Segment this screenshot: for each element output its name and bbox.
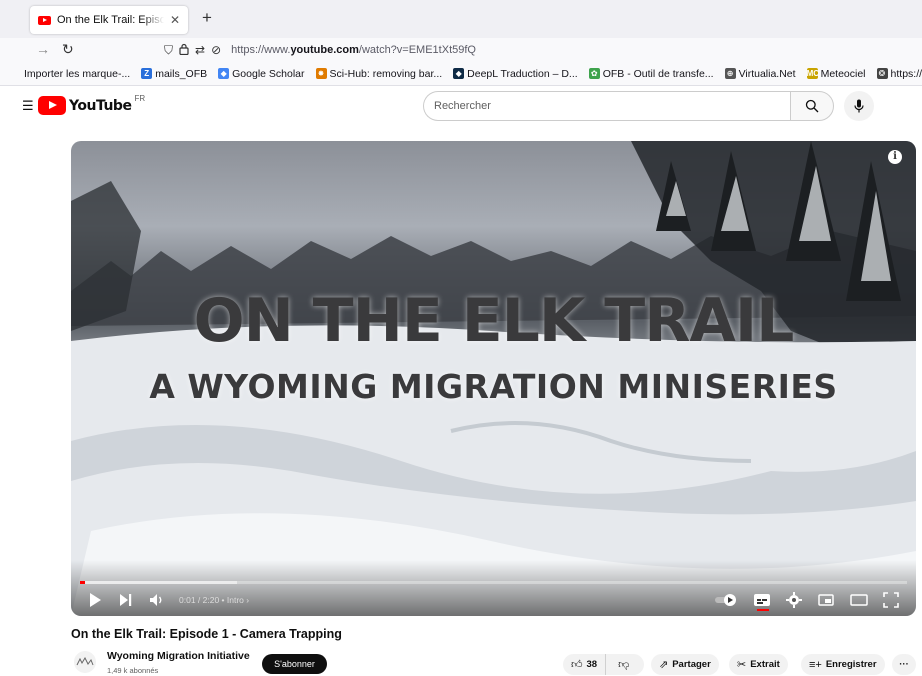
bookmark-item[interactable]: Zmails_OFB: [141, 68, 207, 80]
theater-mode-icon[interactable]: [850, 592, 868, 608]
bookmarks-toolbar: Importer les marque-... Zmails_OFB ◆ Google…: [0, 62, 922, 86]
bookmark-item[interactable]: MC Meteociel: [806, 67, 866, 80]
overlay-title-line1: ON THE ELK TRAIL: [193, 286, 795, 356]
bookmark-label: Google Scholar: [232, 67, 305, 80]
miniplayer-icon[interactable]: [818, 592, 834, 608]
bookmark-label: Meteociel: [820, 67, 866, 80]
overlay-title-line2: A WYOMING MIGRATION MINISERIES: [149, 367, 838, 406]
bookmark-label: Sci-Hub: removing bar...: [329, 67, 443, 80]
chapter-label: Intro: [226, 595, 244, 605]
bookmark-label: Virtualia.Net: [738, 67, 796, 80]
bookmark-item[interactable]: ❂https://inve: [876, 67, 922, 80]
bookmark-favicon-icon: ❂: [876, 68, 888, 79]
info-icon[interactable]: i: [888, 150, 902, 164]
channel-name[interactable]: Wyoming Migration Initiative: [107, 650, 250, 662]
bookmark-favicon-icon: Z: [141, 68, 153, 79]
add-to-playlist-icon: ≡+: [809, 658, 822, 671]
search-input[interactable]: Rechercher: [423, 91, 790, 121]
lock-icon[interactable]: [179, 43, 189, 58]
autoplay-toggle-icon[interactable]: [714, 593, 738, 607]
thumbs-down-icon: 👎︎: [618, 659, 630, 671]
search-icon: [805, 99, 819, 113]
progress-played: [80, 581, 85, 584]
bookmark-item[interactable]: ✸ Sci-Hub: removing bar...: [315, 67, 443, 80]
clip-button[interactable]: ✂ Extrait: [729, 654, 788, 675]
like-count: 38: [586, 659, 598, 670]
subtitles-active-indicator: [757, 609, 769, 611]
bookmark-label: DeepL Traduction – D...: [467, 67, 578, 80]
bookmark-label: mails_OFB: [155, 67, 208, 80]
logo-country-code: FR: [134, 94, 146, 103]
share-label: Partager: [672, 659, 711, 670]
time-chapter-display[interactable]: 0:01 / 2:20 • Intro ›: [179, 595, 249, 605]
bookmark-favicon-icon: MC: [806, 68, 820, 79]
bookmark-favicon-icon: ◆: [218, 68, 230, 79]
browser-tab[interactable]: On the Elk Trail: Episode 1 - Camera Tra…: [30, 6, 188, 34]
fullscreen-icon[interactable]: [883, 592, 899, 608]
dislike-button[interactable]: 👎︎: [610, 654, 637, 675]
bookmark-favicon-icon: ⊕: [724, 68, 736, 79]
video-title: On the Elk Trail: Episode 1 - Camera Tra…: [71, 627, 342, 641]
youtube-favicon-icon: [38, 15, 51, 25]
progress-bar[interactable]: [80, 581, 907, 584]
youtube-header: ☰ YouTube FR Rechercher: [0, 86, 922, 126]
tab-title: On the Elk Trail: Episode 1 - Camera Tra…: [57, 14, 164, 26]
logo-wordmark: YouTube: [69, 97, 132, 114]
permissions-icon[interactable]: ⇄: [195, 43, 205, 57]
play-icon[interactable]: [88, 592, 102, 608]
bookmark-item[interactable]: ⊕ Virtualia.Net: [724, 67, 796, 80]
reload-icon[interactable]: ↻: [62, 41, 74, 58]
bookmark-item[interactable]: ✿ OFB - Outil de transfe...: [588, 67, 714, 80]
channel-logo-icon: [76, 656, 94, 666]
voice-search-button[interactable]: [844, 91, 874, 121]
thumbs-up-icon: 👍︎: [571, 659, 583, 671]
bookmark-item[interactable]: Importer les marque-...: [24, 68, 130, 80]
bookmark-item[interactable]: ◆ DeepL Traduction – D...: [453, 68, 578, 80]
volume-icon[interactable]: [149, 592, 165, 608]
scissors-icon: ✂: [737, 659, 747, 671]
browser-tab-strip: On the Elk Trail: Episode 1 - Camera Tra…: [0, 0, 922, 38]
search-box: Rechercher: [423, 91, 834, 121]
shield-icon[interactable]: ⛉: [164, 43, 173, 58]
blocked-autoplay-icon[interactable]: ⊘: [211, 43, 221, 57]
url-bar[interactable]: ⛉ ⇄ ⊘ https://www.youtube.com/watch?v=EM…: [158, 40, 922, 60]
save-button[interactable]: ≡+ Enregistrer: [801, 654, 885, 675]
browser-nav-bar: → ↻ ⛉ ⇄ ⊘ https://www.youtube.com/watch?…: [0, 38, 922, 62]
bookmark-label: https://inve: [890, 67, 922, 80]
next-icon[interactable]: [119, 592, 133, 608]
progress-buffered: [80, 581, 238, 584]
clip-label: Extrait: [750, 659, 780, 670]
video-player[interactable]: i ON THE ELK TRAIL A WYOMING MIGRATION M…: [71, 141, 916, 616]
subscribe-button[interactable]: S'abonner: [262, 654, 327, 674]
youtube-play-logo-icon: [38, 96, 66, 115]
bookmark-favicon-icon: ✿: [588, 68, 600, 79]
bookmark-favicon-icon: ✸: [315, 68, 327, 79]
menu-icon[interactable]: ☰: [22, 98, 34, 114]
share-button[interactable]: ⇗ Partager: [651, 654, 719, 675]
more-actions-button[interactable]: ···: [892, 654, 916, 675]
bookmark-label: Importer les marque-...: [24, 67, 131, 80]
bookmark-item[interactable]: ◆ Google Scholar: [218, 67, 305, 80]
back-arrow-icon[interactable]: →: [36, 41, 50, 57]
youtube-logo[interactable]: YouTube FR: [38, 94, 146, 115]
time-display: 0:01 / 2:20: [179, 595, 220, 605]
share-arrow-icon: ⇗: [659, 659, 669, 671]
channel-avatar[interactable]: [74, 651, 96, 673]
url-text[interactable]: https://www.youtube.com/watch?v=EME1tXt5…: [231, 44, 476, 56]
save-label: Enregistrer: [825, 659, 877, 670]
search-button[interactable]: [790, 91, 834, 121]
bookmark-label: OFB - Outil de transfe...: [602, 67, 714, 80]
settings-gear-icon[interactable]: [786, 592, 802, 608]
subtitles-icon[interactable]: [753, 592, 771, 608]
microphone-icon: [854, 99, 864, 113]
tab-close-icon[interactable]: ✕: [170, 13, 180, 27]
bookmark-favicon-icon: ◆: [453, 68, 465, 79]
like-button[interactable]: 👍︎ 38: [563, 654, 607, 675]
like-dislike-group: 👍︎ 38 👎︎: [563, 654, 644, 675]
subscriber-count: 1,49 k abonnés: [107, 666, 159, 675]
new-tab-button[interactable]: +: [196, 8, 218, 28]
